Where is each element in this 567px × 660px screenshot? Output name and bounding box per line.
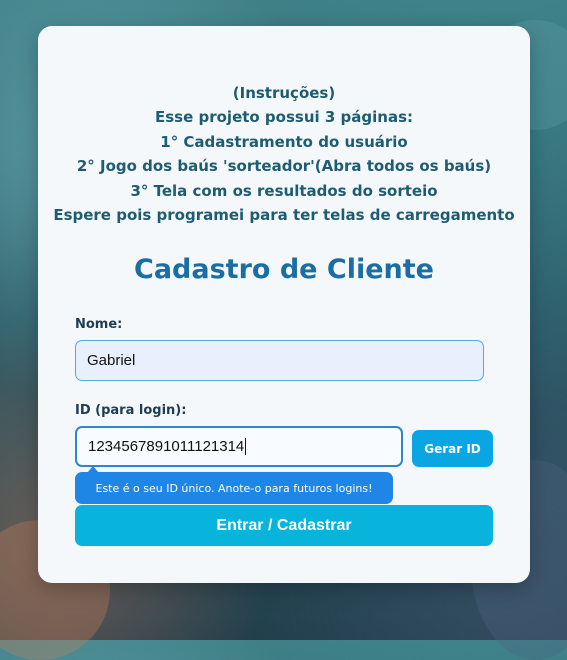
- id-input-value: 123456789101112131‌4: [88, 438, 245, 455]
- generate-id-button[interactable]: Gerar ID: [412, 430, 493, 467]
- id-input[interactable]: 123456789101112131‌4: [75, 426, 403, 467]
- name-label: Nome:: [75, 317, 123, 332]
- submit-button[interactable]: Entrar / Cadastrar: [75, 505, 493, 546]
- instructions-line: 3° Tela com os resultados do sorteio: [130, 181, 438, 200]
- text-caret: [245, 438, 247, 455]
- id-tooltip: Este é o seu ID único. Anote-o para futu…: [75, 472, 393, 504]
- form-title: Cadastro de Cliente: [134, 254, 434, 285]
- registration-card: (Instruções) Esse projeto possui 3 págin…: [38, 26, 530, 583]
- instructions-line: Esse projeto possui 3 páginas:: [154, 108, 414, 127]
- instructions-line: 2° Jogo dos baús 'sorteador'(Abra todos …: [76, 157, 492, 176]
- name-input[interactable]: Gabriel: [75, 340, 484, 381]
- instructions-line: Espere pois programei para ter telas de …: [53, 206, 515, 225]
- id-label: ID (para login):: [75, 403, 187, 418]
- instructions-block: (Instruções) Esse projeto possui 3 págin…: [38, 81, 530, 227]
- instructions-line: (Instruções): [232, 84, 336, 102]
- instructions-line: 1° Cadastramento do usuário: [160, 132, 408, 151]
- name-input-value: Gabriel: [87, 352, 136, 369]
